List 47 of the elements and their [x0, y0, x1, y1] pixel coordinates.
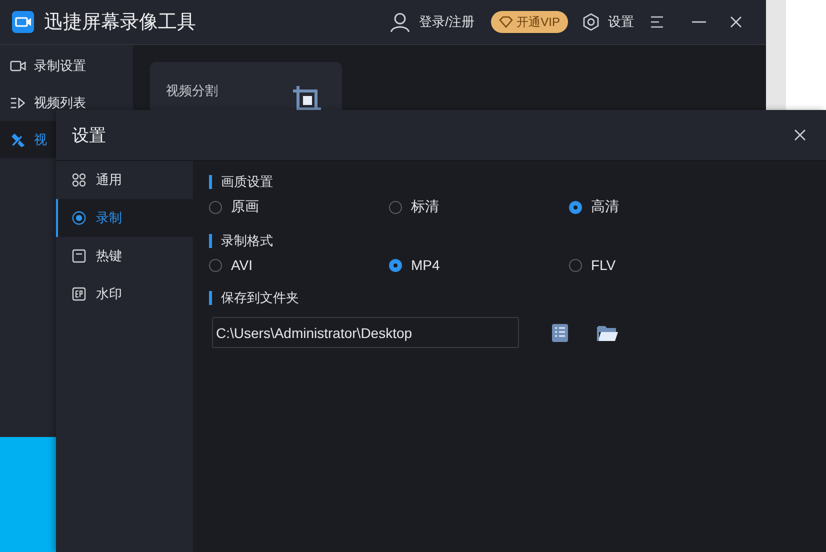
minimize-icon[interactable]: [692, 21, 706, 23]
watermark-icon: [72, 287, 86, 301]
tools-icon: [10, 132, 26, 146]
vip-button[interactable]: 开通VIP: [490, 11, 568, 33]
folder-icon[interactable]: [597, 324, 619, 342]
close-icon[interactable]: [730, 16, 742, 28]
radio-option[interactable]: FLV: [569, 257, 749, 273]
sidebar-item[interactable]: 录制设置: [0, 47, 133, 84]
settings-tab[interactable]: 水印: [56, 275, 193, 313]
radio-button[interactable]: [569, 258, 582, 272]
diamond-icon: [498, 16, 513, 28]
dialog-title: 设置: [72, 124, 106, 146]
section-heading: 保存到文件夹: [209, 291, 810, 305]
sidebar-item[interactable]: 视频列表: [0, 84, 133, 121]
camera-icon: [10, 58, 26, 72]
settings-link[interactable]: 设置: [608, 13, 634, 31]
radio-button[interactable]: [389, 258, 402, 272]
settings-tab[interactable]: 录制: [56, 199, 193, 237]
radio-option[interactable]: 高清: [569, 198, 749, 216]
radio-button[interactable]: [389, 200, 402, 214]
grid-icon: [72, 173, 86, 187]
crop-icon: [292, 85, 322, 110]
settings-icon[interactable]: [582, 13, 600, 31]
card-title: 视频分割: [166, 82, 218, 98]
play-list-icon: [10, 96, 26, 110]
keyboard-icon: [72, 249, 86, 263]
app-title: 迅捷屏幕录像工具: [44, 11, 196, 35]
login-link[interactable]: 登录/注册: [419, 13, 475, 31]
feature-card[interactable]: 视频分割: [150, 62, 342, 110]
settings-tab[interactable]: 热键: [56, 237, 193, 275]
section-heading: 画质设置: [209, 175, 810, 189]
list-icon[interactable]: [552, 324, 568, 342]
radio-option[interactable]: 标清: [389, 198, 569, 216]
record-icon: [72, 211, 86, 225]
user-icon[interactable]: [389, 11, 412, 33]
radio-button[interactable]: [209, 200, 222, 214]
logo-icon: [12, 11, 34, 33]
folder-path-field[interactable]: C:\Users\Administrator\Desktop: [212, 317, 519, 348]
menu-icon[interactable]: [650, 16, 664, 28]
radio-option[interactable]: AVI: [209, 257, 389, 273]
radio-option[interactable]: 原画: [209, 198, 389, 216]
settings-tab[interactable]: 通用: [56, 161, 193, 199]
section-heading: 录制格式: [209, 234, 810, 248]
radio-option[interactable]: MP4: [389, 257, 569, 273]
radio-button[interactable]: [209, 258, 222, 272]
close-icon[interactable]: [794, 129, 806, 141]
radio-button[interactable]: [569, 200, 582, 214]
